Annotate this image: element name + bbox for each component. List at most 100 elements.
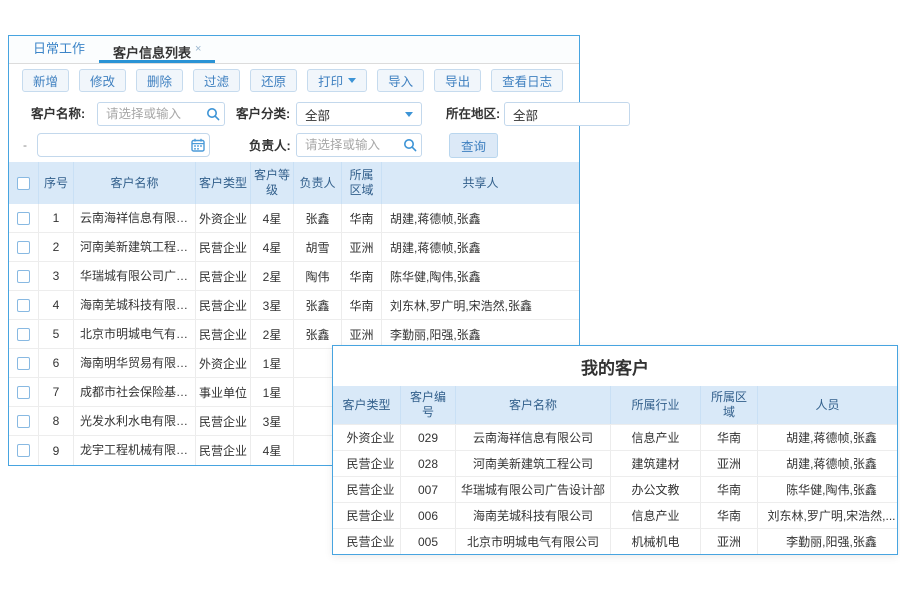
customer-name-link[interactable]: 华瑞城有限公司广告设计部 bbox=[74, 262, 196, 290]
row-checkbox[interactable] bbox=[17, 328, 30, 341]
customer-name-link[interactable]: 海南芜城科技有限公司 bbox=[74, 291, 196, 319]
customer-name-link[interactable]: 龙宇工程机械有限公司 bbox=[74, 436, 196, 465]
customer-name-link[interactable]: 海南明华贸易有限公司 bbox=[74, 349, 196, 377]
row-checkbox[interactable] bbox=[17, 270, 30, 283]
caret-down-icon bbox=[405, 112, 413, 117]
header-people: 人员 bbox=[758, 386, 897, 424]
customer-level: 3星 bbox=[251, 291, 294, 319]
row-checkbox[interactable] bbox=[17, 415, 30, 428]
header-owner: 负责人 bbox=[294, 162, 342, 204]
region-value: 全部 bbox=[513, 105, 538, 124]
industry: 信息产业 bbox=[611, 425, 701, 450]
customer-level: 2星 bbox=[251, 262, 294, 290]
owner-link[interactable]: 陶伟 bbox=[294, 262, 342, 290]
customer-name-link[interactable]: 北京市明城电气有限公司 bbox=[74, 320, 196, 348]
edit-button[interactable]: 修改 bbox=[79, 69, 126, 92]
customer-name-link[interactable]: 云南海祥信息有限公司 bbox=[74, 204, 196, 232]
customer-type: 民营企业 bbox=[333, 503, 401, 528]
table-row: 1 云南海祥信息有限公司 外资企业 4星 张鑫 华南 胡建,蒋德帧,张鑫 bbox=[9, 204, 579, 233]
industry: 机械机电 bbox=[611, 529, 701, 554]
customer-type: 外资企业 bbox=[333, 425, 401, 450]
calendar-icon[interactable] bbox=[191, 138, 205, 152]
table-row: 外资企业 029 云南海祥信息有限公司 信息产业 华南 胡建,蒋德帧,张鑫 bbox=[333, 424, 897, 450]
customer-name-link[interactable]: 海南芜城科技有限公司 bbox=[456, 503, 611, 528]
customer-name-link[interactable]: 河南美新建筑工程公司 bbox=[456, 451, 611, 476]
customer-level: 3星 bbox=[251, 407, 294, 435]
customer-type: 外资企业 bbox=[196, 204, 251, 232]
add-button[interactable]: 新增 bbox=[22, 69, 69, 92]
region: 亚洲 bbox=[342, 320, 382, 348]
header-customer-name: 客户名称 bbox=[74, 162, 196, 204]
customer-name-link[interactable]: 云南海祥信息有限公司 bbox=[456, 425, 611, 450]
row-checkbox[interactable] bbox=[17, 299, 30, 312]
owner-label: 负责人: bbox=[249, 134, 291, 158]
view-log-button[interactable]: 查看日志 bbox=[491, 69, 563, 92]
customer-level: 1星 bbox=[251, 378, 294, 406]
select-all-checkbox[interactable] bbox=[17, 177, 30, 190]
owner-link[interactable]: 胡雪 bbox=[294, 233, 342, 261]
header-customer-name: 客户名称 bbox=[456, 386, 611, 424]
tab-daily-work[interactable]: 日常工作 bbox=[19, 36, 99, 63]
customer-code-link[interactable]: 028 bbox=[401, 451, 456, 476]
row-no: 8 bbox=[39, 407, 74, 435]
row-no: 4 bbox=[39, 291, 74, 319]
search-icon[interactable] bbox=[206, 107, 220, 121]
customer-code-link[interactable]: 006 bbox=[401, 503, 456, 528]
customer-name-link[interactable]: 成都市社会保险基金管理... bbox=[74, 378, 196, 406]
customer-level: 4星 bbox=[251, 233, 294, 261]
customer-name-link[interactable]: 河南美新建筑工程公司 bbox=[74, 233, 196, 261]
filter-button[interactable]: 过滤 bbox=[193, 69, 240, 92]
table-row: 民营企业 028 河南美新建筑工程公司 建筑建材 亚洲 胡建,蒋德帧,张鑫 bbox=[333, 450, 897, 476]
row-checkbox[interactable] bbox=[17, 241, 30, 254]
table-row: 民营企业 007 华瑞城有限公司广告设计部 办公文教 华南 陈华健,陶伟,张鑫 bbox=[333, 476, 897, 502]
region-label: 所在地区: bbox=[446, 102, 500, 126]
owner-link[interactable]: 张鑫 bbox=[294, 291, 342, 319]
print-button[interactable]: 打印 bbox=[307, 69, 367, 92]
customer-name-link[interactable]: 北京市明城电气有限公司 bbox=[456, 529, 611, 554]
row-checkbox[interactable] bbox=[17, 357, 30, 370]
header-no: 序号 bbox=[39, 162, 74, 204]
row-checkbox[interactable] bbox=[17, 444, 30, 457]
customer-name-link[interactable]: 华瑞城有限公司广告设计部 bbox=[456, 477, 611, 502]
date-input[interactable] bbox=[37, 133, 210, 157]
customer-name-link[interactable]: 光发水利水电有限公司 bbox=[74, 407, 196, 435]
table-row: 民营企业 005 北京市明城电气有限公司 机械机电 亚洲 李勤丽,阳强,张鑫 bbox=[333, 528, 897, 554]
row-checkbox[interactable] bbox=[17, 212, 30, 225]
customer-type: 民营企业 bbox=[196, 291, 251, 319]
table-row: 4 海南芜城科技有限公司 民营企业 3星 张鑫 华南 刘东林,罗广明,宋浩然,张… bbox=[9, 291, 579, 320]
delete-button[interactable]: 删除 bbox=[136, 69, 183, 92]
customer-level: 2星 bbox=[251, 320, 294, 348]
region: 华南 bbox=[701, 477, 758, 502]
row-checkbox[interactable] bbox=[17, 386, 30, 399]
close-icon[interactable]: × bbox=[195, 43, 201, 55]
owner-link[interactable]: 张鑫 bbox=[294, 320, 342, 348]
export-button[interactable]: 导出 bbox=[434, 69, 481, 92]
tab-customer-list[interactable]: 客户信息列表× bbox=[99, 36, 215, 63]
header-customer-level: 客户等级 bbox=[251, 162, 294, 204]
query-button[interactable]: 查询 bbox=[449, 133, 498, 158]
search-icon[interactable] bbox=[403, 138, 417, 152]
header-shared: 共享人 bbox=[382, 162, 579, 204]
region-select[interactable]: 全部 bbox=[504, 102, 630, 126]
customer-type: 民营企业 bbox=[333, 529, 401, 554]
row-no: 9 bbox=[39, 436, 74, 465]
shared-people: 刘东林,罗广明,宋浩然,张鑫 bbox=[382, 291, 579, 319]
customer-code-link[interactable]: 005 bbox=[401, 529, 456, 554]
customer-level: 4星 bbox=[251, 204, 294, 232]
customer-level: 1星 bbox=[251, 349, 294, 377]
category-select[interactable]: 全部 bbox=[296, 102, 422, 126]
customer-code-link[interactable]: 029 bbox=[401, 425, 456, 450]
header-region: 所属区域 bbox=[701, 386, 758, 424]
customer-type: 民营企业 bbox=[333, 451, 401, 476]
people: 胡建,蒋德帧,张鑫 bbox=[758, 451, 897, 476]
region: 华南 bbox=[342, 262, 382, 290]
my-customers-title: 我的客户 bbox=[333, 346, 897, 386]
import-button[interactable]: 导入 bbox=[377, 69, 424, 92]
customer-code-link[interactable]: 007 bbox=[401, 477, 456, 502]
customer-type: 民营企业 bbox=[196, 233, 251, 261]
restore-button[interactable]: 还原 bbox=[250, 69, 297, 92]
owner-link[interactable]: 张鑫 bbox=[294, 204, 342, 232]
region: 亚洲 bbox=[701, 529, 758, 554]
people: 胡建,蒋德帧,张鑫 bbox=[758, 425, 897, 450]
filter-area: 客户名称: 客户分类: 全部 所在地区: 全部 - 负责人: 查询 bbox=[9, 96, 579, 160]
